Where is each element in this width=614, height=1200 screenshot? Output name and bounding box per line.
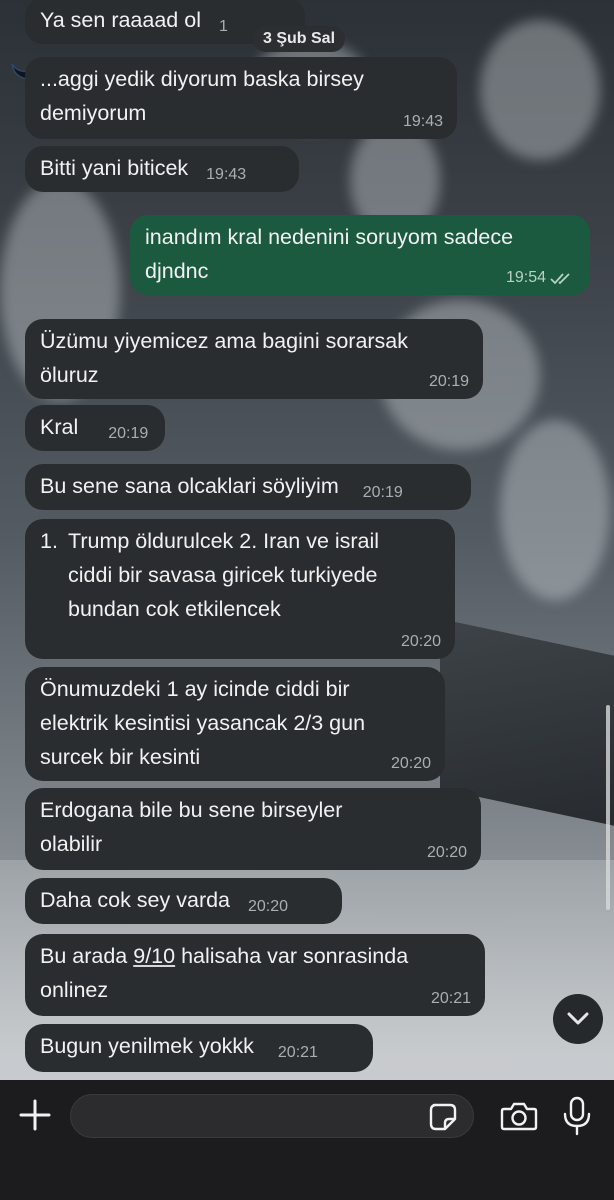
message-text: Kral [40, 415, 79, 439]
message-text: Bitti yani biticek [40, 156, 189, 180]
message-time: 19:43 [206, 166, 247, 183]
message-bubble[interactable]: Kral 20:19 [25, 405, 165, 451]
chat-area[interactable]: Ya sen raaaad ol 1 3 Şub Sal ...aggi yed… [0, 0, 614, 1080]
message-time: 20:20 [400, 633, 441, 650]
message-text: Önumuzdeki 1 ay icinde ciddi bir [40, 677, 350, 701]
message-bubble[interactable]: Daha cok sey varda 20:20 [25, 878, 342, 924]
message-time: 19:43 [402, 113, 443, 130]
message-text: inandım kral nedenini soruyom sadece [145, 225, 514, 249]
message-bubble[interactable]: Üzümu yiyemicez ama bagini sorarsak ölur… [25, 319, 483, 399]
message-text: Bugun yenilmek yokkk [40, 1034, 254, 1058]
message-bubble[interactable]: Bu arada 9/10 halisaha var sonrasinda on… [25, 934, 485, 1016]
message-text: Erdogana bile bu sene birseyler [40, 798, 343, 822]
scrollbar-thumb[interactable] [606, 705, 610, 910]
message-text: ciddi bir savasa giricek turkiyede [68, 563, 378, 587]
message-bubble[interactable]: Bitti yani biticek 19:43 [25, 146, 299, 192]
message-time: 20:20 [390, 755, 431, 772]
message-time: 20:21 [277, 1044, 318, 1061]
message-time: 20:19 [362, 484, 403, 501]
message-text: olabilir [40, 832, 103, 856]
message-text: Trump öldurulcek 2. Iran ve israil [68, 529, 380, 553]
message-time: 20:21 [430, 990, 471, 1007]
message-time: 1 [218, 18, 228, 35]
message-text: öluruz [40, 363, 99, 387]
message-time: 20:20 [426, 844, 467, 861]
message-text: ...aggi yedik diyorum baska birsey [40, 67, 364, 91]
message-bubble[interactable]: Bugun yenilmek yokkk 20:21 [25, 1024, 373, 1072]
message-text: onlinez [40, 978, 109, 1002]
message-text: Ya sen raaaad ol [40, 8, 201, 32]
message-bubble[interactable]: Erdogana bile bu sene birseyler olabilir… [25, 788, 481, 870]
message-time: 20:20 [248, 898, 289, 915]
date-separator: 3 Şub Sal [253, 26, 346, 52]
message-text: halisaha var sonrasinda [175, 944, 409, 968]
message-text: surcek bir kesinti [40, 745, 201, 769]
message-text: elektrik kesintisi yasancak 2/3 gun [40, 711, 366, 735]
camera-icon[interactable] [500, 1100, 538, 1132]
message-time: 20:19 [428, 373, 469, 390]
sticker-icon[interactable] [428, 1102, 458, 1132]
message-bubble[interactable]: Bu sene sana olcaklari söyliyim 20:19 [25, 464, 471, 510]
message-text: Bu arada [40, 944, 134, 968]
message-text: Üzümu yiyemicez ama bagini sorarsak [40, 329, 409, 353]
message-time: 20:19 [108, 425, 149, 442]
message-text: Bu sene sana olcaklari söyliyim [40, 474, 339, 498]
message-time: 19:54 [505, 269, 546, 286]
message-input[interactable] [70, 1094, 474, 1138]
message-link[interactable]: 9/10 [133, 944, 175, 968]
message-bubble-outgoing[interactable]: inandım kral nedenini soruyom sadece djn… [130, 215, 590, 295]
message-line: Bu arada 9/10 halisaha var sonrasinda [40, 939, 471, 973]
message-text: demiyorum [40, 101, 147, 125]
chevron-down-icon [567, 1012, 589, 1025]
plus-icon[interactable] [18, 1098, 52, 1132]
message-text: bundan cok etkilencek [68, 597, 281, 621]
list-number: 1. [40, 529, 58, 553]
double-check-icon [550, 273, 570, 285]
scroll-to-bottom-button[interactable] [553, 994, 603, 1044]
microphone-icon[interactable] [562, 1096, 592, 1136]
message-text: Daha cok sey varda [40, 888, 231, 912]
message-bubble[interactable]: Önumuzdeki 1 ay icinde ciddi bir elektri… [25, 667, 445, 781]
message-bubble[interactable]: ...aggi yedik diyorum baska birsey demiy… [25, 57, 457, 139]
message-bubble[interactable]: 1. Trump öldurulcek 2. Iran ve israil ci… [25, 519, 455, 659]
